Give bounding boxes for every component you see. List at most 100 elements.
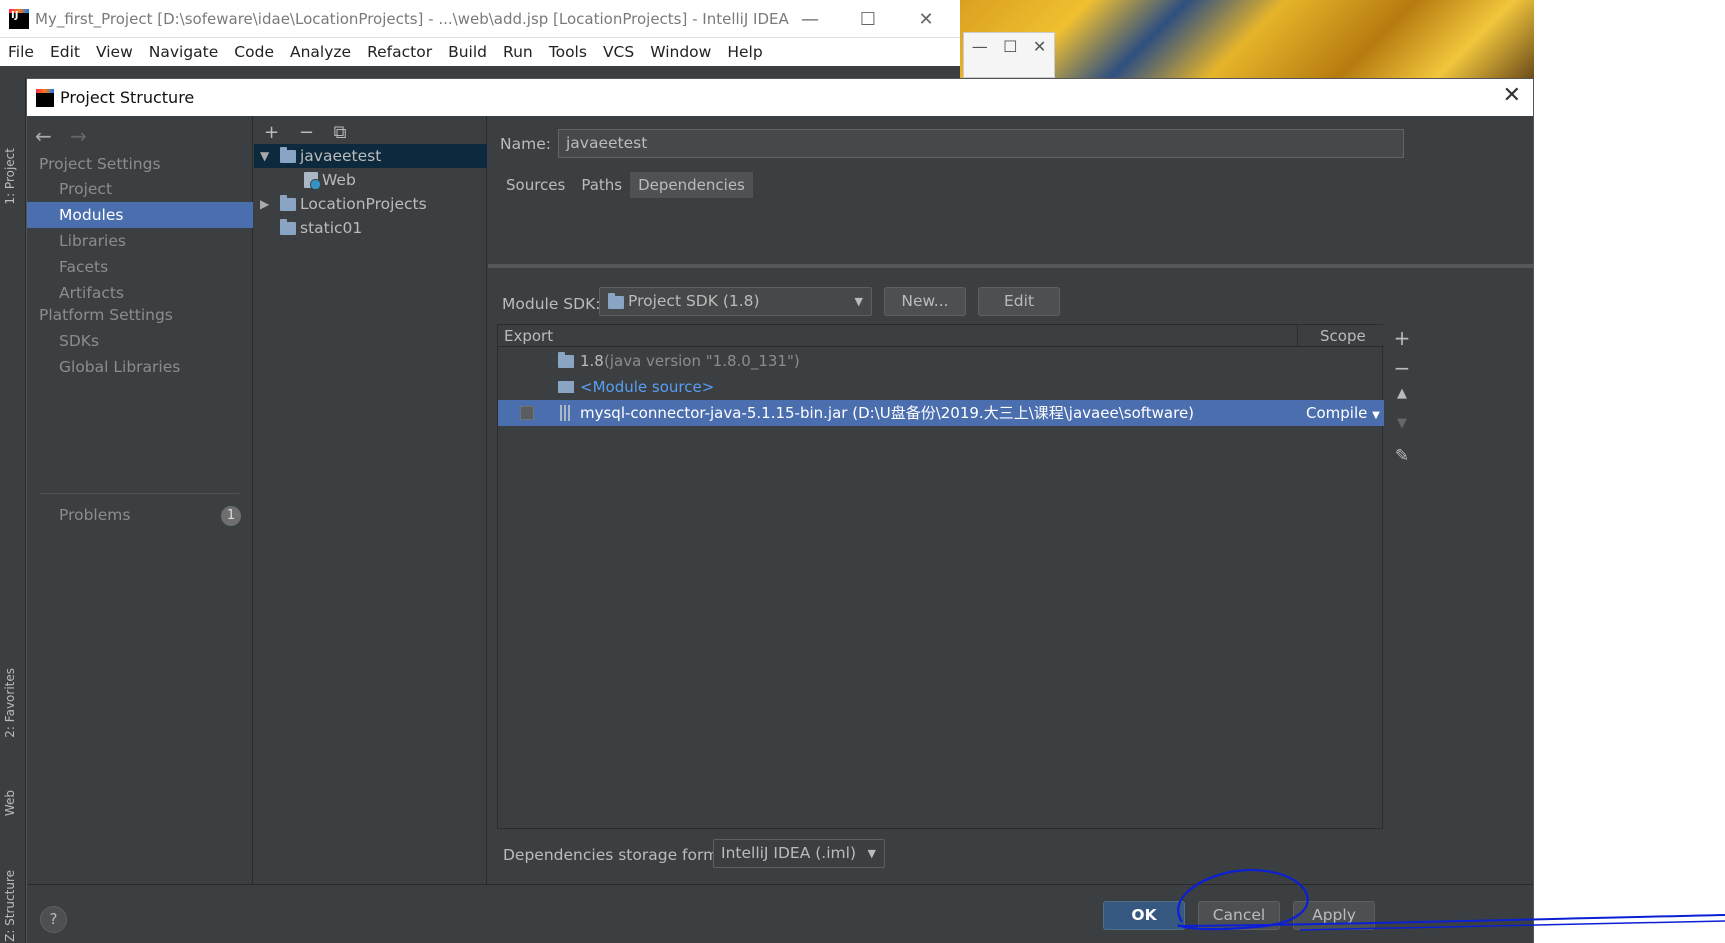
cancel-button[interactable]: Cancel bbox=[1198, 901, 1280, 930]
scope-dropdown[interactable]: Compile ▼ bbox=[1306, 400, 1380, 429]
module-sdk-label: Module SDK: bbox=[502, 295, 601, 313]
module-tree: + − ⧉ ▼ javaeetest Web ▶ LocationProject… bbox=[254, 116, 487, 884]
menu-vcs[interactable]: VCS bbox=[603, 43, 634, 61]
nav-item-global-libraries[interactable]: Global Libraries bbox=[27, 354, 253, 380]
main-window-title: My_first_Project [D:\sofeware\idae\Locat… bbox=[35, 9, 789, 28]
remove-module-button[interactable]: − bbox=[299, 122, 314, 143]
dialog-close-button[interactable]: ✕ bbox=[1503, 83, 1521, 108]
nav-item-modules[interactable]: Modules bbox=[27, 202, 253, 228]
background-window-controls: — ☐ ✕ bbox=[963, 32, 1055, 78]
expanded-arrow-icon[interactable]: ▼ bbox=[260, 144, 269, 168]
storage-format-select[interactable]: IntelliJ IDEA (.iml) ▼ bbox=[713, 839, 885, 868]
menu-file[interactable]: File bbox=[8, 43, 34, 61]
tree-node-javaeetest[interactable]: ▼ javaeetest bbox=[254, 144, 487, 168]
menu-window[interactable]: Window bbox=[650, 43, 711, 61]
project-settings-heading: Project Settings bbox=[39, 155, 161, 173]
web-facet-icon bbox=[304, 172, 321, 190]
menu-run[interactable]: Run bbox=[503, 43, 533, 61]
jdk-folder-icon bbox=[558, 352, 574, 368]
help-button[interactable]: ? bbox=[40, 906, 67, 933]
tree-node-web[interactable]: Web bbox=[254, 168, 487, 192]
menu-tools[interactable]: Tools bbox=[549, 43, 587, 61]
scope-column-header[interactable]: Scope bbox=[1298, 325, 1384, 347]
name-label: Name: bbox=[500, 135, 551, 153]
menu-analyze[interactable]: Analyze bbox=[290, 43, 351, 61]
module-tabs: Sources Paths Dependencies bbox=[498, 172, 753, 198]
minimize-icon[interactable]: — bbox=[972, 37, 988, 77]
storage-format-label: Dependencies storage format: bbox=[503, 846, 739, 864]
new-sdk-button[interactable]: New... bbox=[884, 287, 966, 316]
tab-paths[interactable]: Paths bbox=[573, 172, 630, 198]
maximize-button[interactable]: ☐ bbox=[839, 9, 897, 30]
module-name-input[interactable]: javaeetest bbox=[558, 129, 1404, 158]
forward-arrow-icon[interactable]: → bbox=[70, 124, 87, 148]
tab-dependencies[interactable]: Dependencies bbox=[630, 172, 753, 198]
dialog-title: Project Structure bbox=[60, 88, 195, 107]
project-tool-tab[interactable]: 1: Project bbox=[3, 148, 17, 205]
nav-item-problems[interactable]: Problems bbox=[27, 502, 253, 528]
menu-bar: File Edit View Navigate Code Analyze Ref… bbox=[0, 38, 960, 66]
dependency-side-toolbar: + − ▲ ▼ ✎ bbox=[1391, 326, 1413, 829]
back-arrow-icon[interactable]: ← bbox=[35, 124, 52, 148]
copy-module-button[interactable]: ⧉ bbox=[334, 122, 347, 143]
nav-item-project[interactable]: Project bbox=[27, 176, 253, 202]
move-up-icon[interactable]: ▲ bbox=[1391, 386, 1413, 416]
menu-edit[interactable]: Edit bbox=[50, 43, 80, 61]
tree-node-static01[interactable]: static01 bbox=[254, 216, 487, 240]
dependencies-table: Export Scope 1.8 (java version "1.8.0_13… bbox=[497, 324, 1384, 829]
menu-help[interactable]: Help bbox=[727, 43, 762, 61]
dependency-row-sdk[interactable]: 1.8 (java version "1.8.0_131") bbox=[498, 348, 1384, 374]
nav-item-libraries[interactable]: Libraries bbox=[27, 228, 253, 254]
menu-refactor[interactable]: Refactor bbox=[367, 43, 432, 61]
chevron-down-icon: ▼ bbox=[1372, 410, 1380, 421]
menu-navigate[interactable]: Navigate bbox=[149, 43, 219, 61]
tree-node-label: javaeetest bbox=[300, 147, 382, 165]
web-tool-tab[interactable]: Web bbox=[3, 790, 17, 816]
nav-item-artifacts[interactable]: Artifacts bbox=[27, 280, 253, 306]
remove-dependency-icon[interactable]: − bbox=[1391, 356, 1413, 386]
tree-node-locationprojects[interactable]: ▶ LocationProjects bbox=[254, 192, 487, 216]
tree-toolbar: + − ⧉ bbox=[264, 122, 361, 143]
tool-window-strip: 1: Project 2: Favorites Web Z: Structure bbox=[0, 78, 26, 943]
platform-settings-heading: Platform Settings bbox=[39, 306, 173, 324]
structure-tool-tab[interactable]: Z: Structure bbox=[3, 870, 17, 942]
nav-divider bbox=[39, 493, 239, 494]
add-module-button[interactable]: + bbox=[264, 122, 279, 143]
dependency-row-mysql-connector[interactable]: mysql-connector-java-5.1.15-bin.jar (D:\… bbox=[498, 400, 1384, 426]
window-controls: — ☐ ✕ bbox=[781, 0, 955, 38]
nav-item-facets[interactable]: Facets bbox=[27, 254, 253, 280]
ok-button[interactable]: OK bbox=[1103, 901, 1185, 930]
chevron-down-icon: ▼ bbox=[867, 847, 876, 860]
collapsed-arrow-icon[interactable]: ▶ bbox=[260, 192, 269, 216]
edit-sdk-button[interactable]: Edit bbox=[978, 287, 1060, 316]
export-column-header[interactable]: Export bbox=[498, 325, 1298, 347]
dependency-detail: (java version "1.8.0_131") bbox=[604, 352, 800, 370]
module-folder-icon bbox=[280, 147, 296, 163]
apply-button[interactable]: Apply bbox=[1293, 901, 1375, 930]
module-sdk-select[interactable]: Project SDK (1.8) ▼ bbox=[599, 287, 872, 316]
close-window-button[interactable]: ✕ bbox=[897, 9, 955, 30]
main-toolbar bbox=[0, 66, 960, 78]
dialog-titlebar: Project Structure ✕ bbox=[27, 79, 1533, 116]
tab-sources[interactable]: Sources bbox=[498, 172, 573, 198]
intellij-logo-icon bbox=[36, 88, 54, 107]
menu-build[interactable]: Build bbox=[448, 43, 487, 61]
close-icon[interactable]: ✕ bbox=[1033, 37, 1046, 77]
menu-view[interactable]: View bbox=[96, 43, 133, 61]
move-down-icon[interactable]: ▼ bbox=[1391, 416, 1413, 446]
edit-pencil-icon[interactable]: ✎ bbox=[1391, 446, 1413, 476]
menu-code[interactable]: Code bbox=[234, 43, 274, 61]
maximize-icon[interactable]: ☐ bbox=[1003, 37, 1017, 77]
add-dependency-icon[interactable]: + bbox=[1391, 326, 1413, 356]
dependency-row-module-source[interactable]: <Module source> bbox=[498, 374, 1384, 400]
problems-count-badge: 1 bbox=[221, 506, 241, 526]
dialog-button-bar: ? OK Cancel Apply bbox=[27, 884, 1533, 943]
nav-item-sdks[interactable]: SDKs bbox=[27, 328, 253, 354]
favorites-tool-tab[interactable]: 2: Favorites bbox=[3, 668, 17, 738]
export-checkbox[interactable] bbox=[520, 406, 534, 420]
dependency-name: 1.8 bbox=[580, 352, 604, 370]
source-folder-icon bbox=[558, 381, 574, 393]
jar-library-icon bbox=[560, 405, 572, 421]
scope-value: Compile bbox=[1306, 404, 1368, 422]
minimize-button[interactable]: — bbox=[781, 9, 839, 30]
